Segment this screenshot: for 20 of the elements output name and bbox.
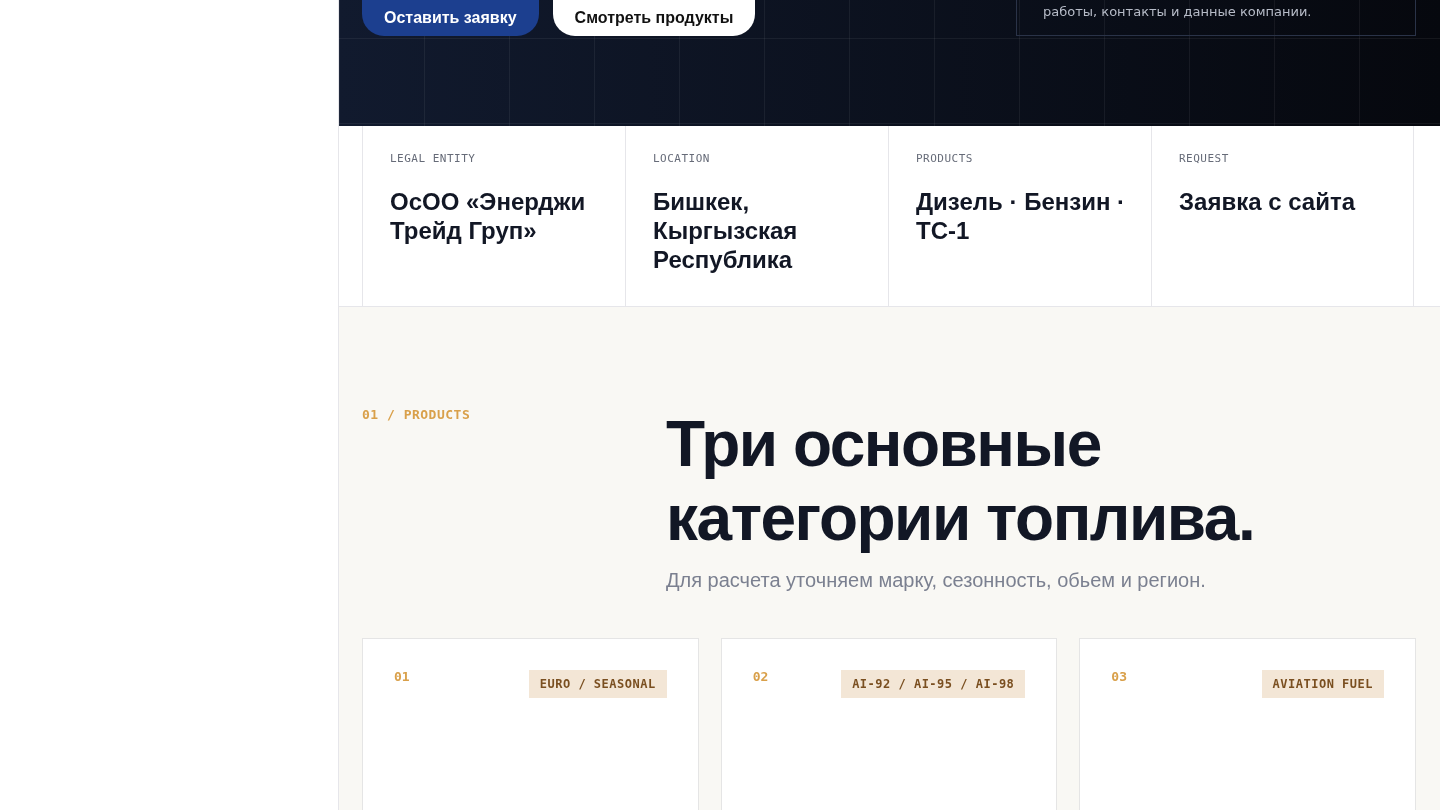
card-tag: AI-92 / AI-95 / AI-98 [841,670,1026,698]
fact-value: Заявка с сайта [1179,187,1357,216]
cta-button[interactable]: Смотреть продукты [552,0,756,36]
fact-label: LEGAL ENTITY [390,152,477,165]
card-number: 03 [1111,669,1127,684]
fact-value: ОсОО «Энерджи Трейд Груп» [390,187,587,245]
card-number: 01 [394,669,410,684]
card-number: 02 [752,669,769,684]
fact-value: Бишкек, Кыргызская Республика [653,187,799,274]
cta-button[interactable]: Оставить заявку [362,0,539,36]
card-tag: EURO / SEASONAL [528,670,667,698]
info-text: работы, контакты и данные компании. [1043,4,1312,19]
section-subtitle: Для расчета уточняем марку, сезонность, обьем и регион. [666,569,1207,592]
card-tag: AVIATION FUEL [1261,670,1384,698]
fact-label: LOCATION [653,152,711,165]
section-title: Три основные категории топлива. [666,407,1256,555]
fact-label: REQUEST [1179,152,1230,165]
fact-label: PRODUCTS [916,152,974,165]
section-label: 01 / PRODUCTS [362,407,472,424]
fact-value: Дизель · Бензин · ТС-1 [916,187,1127,245]
